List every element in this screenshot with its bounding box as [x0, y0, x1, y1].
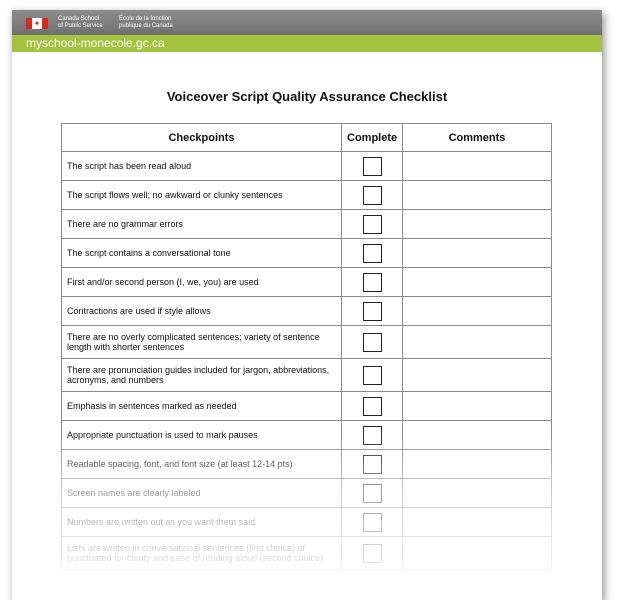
checkpoint-text: There are no grammar errors — [61, 209, 342, 239]
column-header-complete: Complete — [341, 123, 403, 152]
comments-cell[interactable] — [402, 391, 552, 421]
complete-checkbox[interactable] — [362, 185, 382, 205]
org-name-french: École de la fonction publique du Canada — [119, 16, 173, 30]
comments-cell[interactable] — [402, 151, 552, 181]
checkpoint-text: There are pronunciation guides included … — [61, 358, 342, 392]
table-header-row: Checkpoints Complete Comments — [61, 123, 552, 152]
comments-cell[interactable] — [402, 296, 552, 326]
checkpoint-text: The script has been read aloud — [61, 151, 342, 181]
org-en-line1: Canada School — [58, 16, 100, 22]
checkpoint-text: Readable spacing, font, and font size (a… — [61, 449, 342, 479]
document-page: ✦ Canada School of Public Service École … — [12, 10, 602, 600]
url-bar: myschool-monecole.gc.ca — [12, 35, 602, 52]
comments-cell[interactable] — [402, 420, 552, 450]
org-fr-line2: publique du Canada — [119, 23, 173, 29]
checkpoint-text: Contractions are used if style allows — [61, 296, 342, 326]
comments-cell[interactable] — [402, 449, 552, 479]
checkpoint-text: Emphasis in sentences marked as needed — [61, 391, 342, 421]
table-row: Appropriate punctuation is used to mark … — [61, 420, 552, 450]
org-en-line2: of Public Service — [58, 23, 103, 29]
complete-checkbox[interactable] — [362, 301, 382, 321]
checkpoint-text: The script contains a conversational ton… — [61, 238, 342, 268]
table-row: There are no overly complicated sentence… — [61, 325, 552, 359]
checklist-table: Checkpoints Complete Comments The script… — [61, 123, 552, 570]
table-row: Contractions are used if style allows — [61, 296, 552, 326]
comments-cell[interactable] — [402, 267, 552, 297]
table-row: The script flows well; no awkward or clu… — [61, 180, 552, 210]
checkpoint-text: Appropriate punctuation is used to mark … — [61, 420, 342, 450]
complete-checkbox[interactable] — [362, 156, 382, 176]
comments-cell[interactable] — [402, 507, 552, 537]
table-row: Numbers are written out as you want them… — [61, 507, 552, 537]
complete-checkbox[interactable] — [362, 454, 382, 474]
table-row: Readable spacing, font, and font size (a… — [61, 449, 552, 479]
org-fr-line1: École de la fonction — [119, 16, 172, 22]
table-row: The script contains a conversational ton… — [61, 238, 552, 268]
comments-cell[interactable] — [402, 209, 552, 239]
comments-cell[interactable] — [402, 536, 552, 570]
comments-cell[interactable] — [402, 180, 552, 210]
table-row: The script has been read aloud — [61, 151, 552, 181]
checkpoint-text: There are no overly complicated sentence… — [61, 325, 342, 359]
table-row: Emphasis in sentences marked as needed — [61, 391, 552, 421]
checkpoint-text: First and/or second person (I, we, you) … — [61, 267, 342, 297]
complete-checkbox[interactable] — [362, 396, 382, 416]
complete-checkbox[interactable] — [362, 214, 382, 234]
checkpoint-text: The script flows well; no awkward or clu… — [61, 180, 342, 210]
complete-checkbox[interactable] — [362, 512, 382, 532]
table-row: First and/or second person (I, we, you) … — [61, 267, 552, 297]
complete-checkbox[interactable] — [362, 332, 382, 352]
table-row: Lists are written in conversational sent… — [61, 536, 552, 570]
header-banner: ✦ Canada School of Public Service École … — [12, 10, 602, 35]
document-title: Voiceover Script Quality Assurance Check… — [166, 89, 448, 104]
complete-checkbox[interactable] — [362, 425, 382, 445]
column-header-checkpoints: Checkpoints — [61, 123, 342, 152]
comments-cell[interactable] — [402, 325, 552, 359]
table-row: Screen names are clearly labeled — [61, 478, 552, 508]
checkpoint-text: Lists are written in conversational sent… — [61, 536, 342, 570]
complete-checkbox[interactable] — [362, 272, 382, 292]
table-row: There are pronunciation guides included … — [61, 358, 552, 392]
column-header-comments: Comments — [402, 123, 552, 152]
comments-cell[interactable] — [402, 358, 552, 392]
canada-flag-icon: ✦ — [26, 18, 48, 29]
checkpoint-text: Numbers are written out as you want them… — [61, 507, 342, 537]
comments-cell[interactable] — [402, 238, 552, 268]
checkpoint-text: Screen names are clearly labeled — [61, 478, 342, 508]
comments-cell[interactable] — [402, 478, 552, 508]
complete-checkbox[interactable] — [362, 243, 382, 263]
complete-checkbox[interactable] — [362, 365, 382, 385]
complete-checkbox[interactable] — [362, 543, 382, 563]
org-name-english: Canada School of Public Service — [58, 16, 103, 30]
table-row: There are no grammar errors — [61, 209, 552, 239]
site-url: myschool-monecole.gc.ca — [26, 36, 165, 50]
complete-checkbox[interactable] — [362, 483, 382, 503]
